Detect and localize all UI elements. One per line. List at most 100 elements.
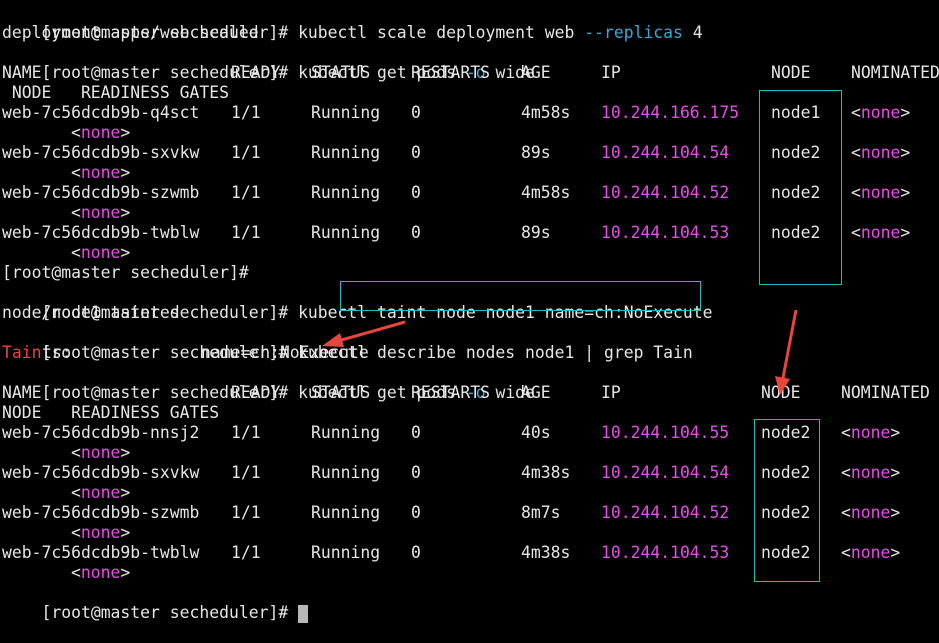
pod-age: 4m38s	[521, 543, 571, 562]
pod-ready: 1/1	[231, 503, 261, 522]
col-ready: READY	[231, 383, 281, 402]
table-row-wrap: <none>	[2, 243, 302, 263]
col-restarts: RESTARTS	[411, 383, 490, 402]
command-line-empty: [root@master secheduler]#	[2, 263, 259, 282]
pod-nominated-node: <none>	[841, 463, 901, 482]
pod-name: web-7c56dcdb9b-q4sct	[2, 103, 200, 122]
col-status: STATUS	[311, 63, 371, 82]
col-name: NAME	[2, 383, 42, 402]
col-restarts: RESTARTS	[411, 63, 490, 82]
pod-age: 8m7s	[521, 503, 561, 522]
pod-status: Running	[311, 183, 381, 202]
taints-label-highlight: Tain	[2, 343, 42, 362]
table1-header-wrap: NODE READINESS GATES	[2, 83, 229, 102]
pod-name: web-7c56dcdb9b-twblw	[2, 543, 200, 562]
pod-restarts: 0	[411, 223, 421, 242]
col-name: NAME	[2, 63, 42, 82]
pod-nominated-node: <none>	[841, 503, 901, 522]
pod-name: web-7c56dcdb9b-twblw	[2, 223, 200, 242]
pod-status: Running	[311, 143, 381, 162]
pod-restarts: 0	[411, 183, 421, 202]
col-nominated: NOMINATED	[851, 63, 939, 82]
pod-status: Running	[311, 223, 381, 242]
pod-ready: 1/1	[231, 183, 261, 202]
pod-ip: 10.244.104.54	[601, 143, 730, 162]
text-cursor	[298, 604, 309, 623]
col-ip: IP	[601, 383, 621, 402]
command-flag: --replicas	[584, 23, 683, 42]
command-text: kubectl scale deployment web	[298, 23, 585, 42]
pod-age: 89s	[521, 223, 551, 242]
table2-header-wrap: NODE READINESS GATES	[2, 403, 220, 422]
taint-command-highlight-box	[340, 281, 701, 311]
col-ready: READY	[231, 63, 281, 82]
col-ip: IP	[601, 63, 621, 82]
pod-readiness-gates: <none>	[71, 563, 131, 582]
pod-age: 4m58s	[521, 183, 571, 202]
node-column-highlight-box-1	[759, 90, 842, 285]
command-line-get-pods-1: [root@master secheduler]# kubectl get po…	[2, 43, 534, 82]
taints-label-rest: ts:	[42, 343, 72, 362]
pod-name: web-7c56dcdb9b-sxvkw	[2, 143, 200, 162]
col-status: STATUS	[311, 383, 371, 402]
pod-readiness-gates: <none>	[71, 123, 131, 142]
pod-age: 89s	[521, 143, 551, 162]
table-row-wrap: <none>	[2, 203, 302, 223]
pod-readiness-gates: <none>	[71, 163, 131, 182]
pod-ip: 10.244.104.53	[601, 543, 730, 562]
pod-status: Running	[311, 543, 381, 562]
pod-readiness-gates: <none>	[71, 203, 131, 222]
table-row-wrap: <none>	[2, 163, 302, 183]
pod-restarts: 0	[411, 143, 421, 162]
table1-header: NAME READY STATUS RESTARTS AGE IP NODE N…	[2, 63, 939, 83]
table-row-wrap: <none>	[2, 523, 302, 543]
command-line-current[interactable]: [root@master secheduler]#	[2, 583, 309, 623]
pod-readiness-gates: <none>	[71, 243, 131, 262]
pod-nominated-node: <none>	[851, 223, 911, 242]
pod-ip: 10.244.166.175	[601, 103, 740, 122]
command-line-get-pods-2: [root@master secheduler]# kubectl get po…	[2, 363, 534, 402]
pod-age: 40s	[521, 423, 551, 442]
pod-ready: 1/1	[231, 143, 261, 162]
pod-name: web-7c56dcdb9b-sxvkw	[2, 463, 200, 482]
table-row-wrap: <none>	[2, 563, 302, 583]
pod-readiness-gates: <none>	[71, 443, 131, 462]
pod-ip: 10.244.104.55	[601, 423, 730, 442]
pod-status: Running	[311, 103, 381, 122]
pod-ip: 10.244.104.52	[601, 503, 730, 522]
pod-ip: 10.244.104.53	[601, 223, 730, 242]
col-nominated: NOMINATED	[841, 383, 930, 402]
pod-status: Running	[311, 503, 381, 522]
pod-status: Running	[311, 423, 381, 442]
shell-prompt: [root@master secheduler]#	[41, 603, 299, 622]
pod-nominated-node: <none>	[841, 423, 901, 442]
pod-ready: 1/1	[231, 223, 261, 242]
pod-ready: 1/1	[231, 103, 261, 122]
pod-restarts: 0	[411, 423, 421, 442]
pod-ready: 1/1	[231, 463, 261, 482]
command-line-scale: [root@master secheduler]# kubectl scale …	[2, 3, 702, 42]
pod-ip: 10.244.104.52	[601, 183, 730, 202]
pod-nominated-node: <none>	[851, 183, 911, 202]
pod-name: web-7c56dcdb9b-szwmb	[2, 183, 200, 202]
table2-header: NAME READY STATUS RESTARTS AGE IP NODE N…	[2, 383, 939, 403]
pod-nominated-node: <none>	[851, 143, 911, 162]
pod-age: 4m58s	[521, 103, 571, 122]
output-tainted: node/node1 tainted	[2, 303, 180, 322]
pod-status: Running	[311, 463, 381, 482]
pod-nominated-node: <none>	[841, 543, 901, 562]
pod-name: web-7c56dcdb9b-szwmb	[2, 503, 200, 522]
pod-ready: 1/1	[231, 543, 261, 562]
terminal-window[interactable]: [root@master secheduler]# kubectl scale …	[0, 0, 939, 635]
pod-nominated-node: <none>	[851, 103, 911, 122]
pod-readiness-gates: <none>	[71, 483, 131, 502]
col-node: NODE	[761, 383, 801, 402]
pod-ready: 1/1	[231, 423, 261, 442]
pod-restarts: 0	[411, 103, 421, 122]
pod-age: 4m38s	[521, 463, 571, 482]
output-taints: Tain ts: name=ch:NoExecute	[2, 343, 602, 363]
pod-name: web-7c56dcdb9b-nnsj2	[2, 423, 200, 442]
command-arg: 4	[682, 23, 703, 42]
col-age: AGE	[521, 383, 551, 402]
table-row-wrap: <none>	[2, 443, 302, 463]
